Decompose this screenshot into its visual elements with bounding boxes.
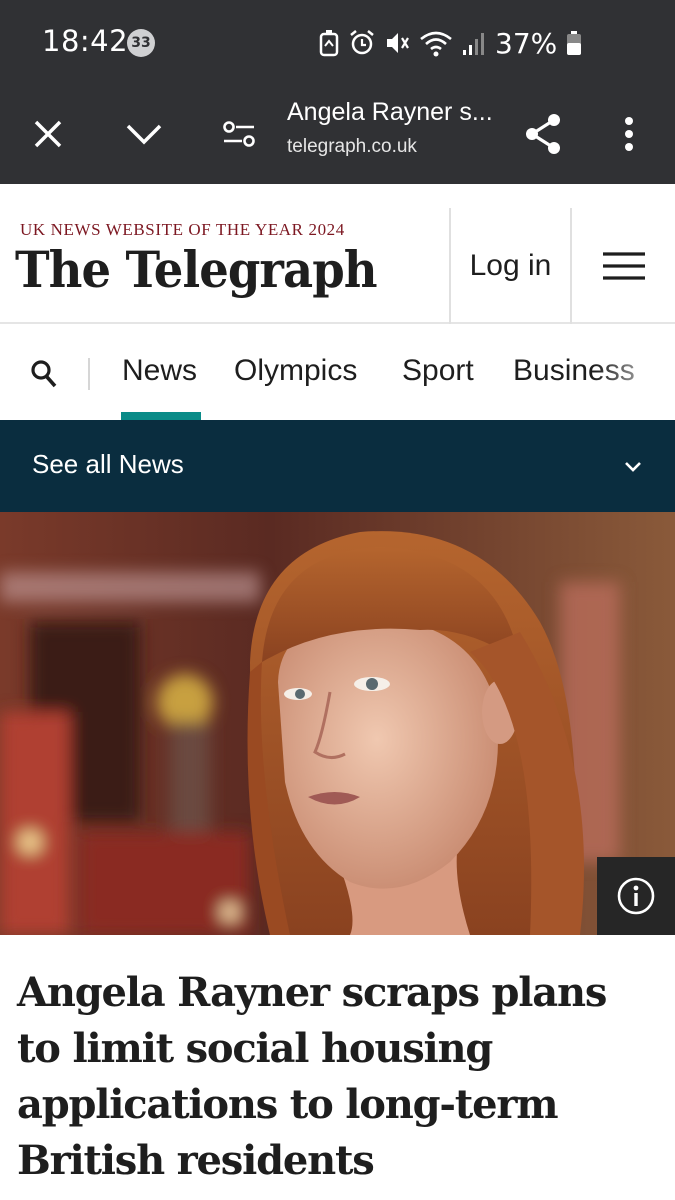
status-bar: 18:42 33 37% [0,0,675,84]
more-vert-icon [625,117,633,151]
page-title[interactable]: Angela Rayner s... [287,98,493,127]
article-hero-image[interactable] [0,512,675,935]
nav-active-indicator [121,412,201,420]
page-domain[interactable]: telegraph.co.uk [287,136,417,158]
login-button[interactable]: Log in [451,208,570,324]
mute-icon [387,33,409,53]
site-header: UK NEWS WEBSITE OF THE YEAR 2024 The Tel… [0,184,675,324]
info-icon [617,877,655,915]
wifi-icon [420,31,452,57]
see-all-news-label: See all News [32,449,184,479]
chevron-down-icon [126,124,162,145]
close-icon [34,120,62,148]
status-icons: 37% [318,26,582,60]
see-all-news-bar[interactable]: See all News [0,420,675,512]
section-nav: News Olympics Sport Business [0,324,675,420]
browser-toolbar: Angela Rayner s... telegraph.co.uk [0,84,675,184]
share-icon [526,114,560,154]
share-button[interactable] [515,106,571,162]
status-time: 18:42 [42,24,129,58]
close-button[interactable] [20,106,76,162]
hamburger-menu-icon [602,252,645,280]
nav-item-news[interactable]: News [122,354,197,388]
battery-percent: 37% [495,26,558,60]
nav-item-sport[interactable]: Sport [402,354,474,388]
search-button[interactable] [22,352,66,396]
site-settings-button[interactable] [211,106,267,162]
image-info-button[interactable] [597,857,675,935]
battery-saver-icon [319,30,339,57]
more-options-button[interactable] [601,106,657,162]
site-settings-icon [223,121,255,147]
chevron-down-icon [625,462,641,472]
nav-scroll-fade [595,324,675,420]
battery-icon [567,31,582,55]
minimize-button[interactable] [116,106,172,162]
alarm-icon [350,30,374,55]
menu-button[interactable] [572,208,675,324]
nav-item-olympics[interactable]: Olympics [234,354,357,388]
article-photo [0,512,675,935]
search-icon [31,360,57,388]
article-headline: Angela Rayner scraps plans to limit soci… [17,969,607,1184]
telegraph-logo[interactable]: The Telegraph [15,240,378,299]
signal-icon [463,33,484,55]
notification-count-badge: 33 [127,29,155,57]
award-strapline: UK NEWS WEBSITE OF THE YEAR 2024 [20,220,345,239]
nav-divider [88,358,90,390]
